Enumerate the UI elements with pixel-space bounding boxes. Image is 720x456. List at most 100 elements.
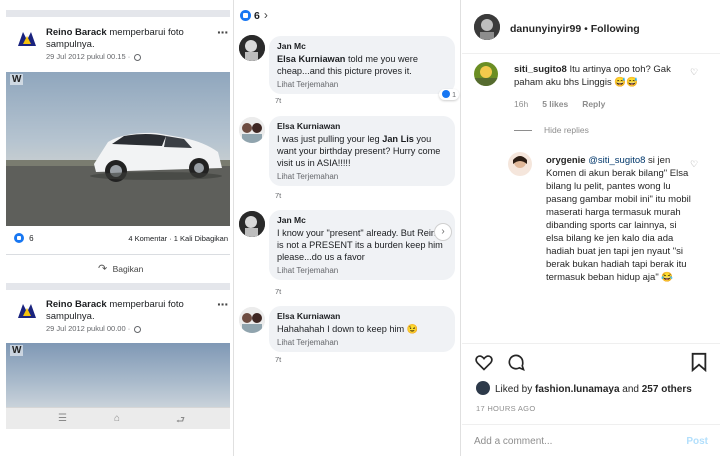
divider bbox=[6, 254, 230, 255]
feed-separator bbox=[6, 283, 230, 290]
facebook-comments-panel: 6 › Jan Mc Elsa Kurniawan told me you wer… bbox=[233, 0, 461, 456]
liked-by-others[interactable]: 257 others bbox=[642, 384, 692, 395]
ig-reply-user[interactable]: orygenie bbox=[546, 155, 586, 166]
post-author[interactable]: Reino Barack bbox=[46, 27, 107, 38]
avatar[interactable] bbox=[14, 298, 40, 324]
post-photo[interactable]: W bbox=[6, 72, 230, 226]
avatar[interactable] bbox=[14, 26, 40, 52]
comment-reaction-badge[interactable]: 1 bbox=[439, 89, 459, 100]
comment-time: 7t bbox=[275, 287, 282, 296]
post-header: Reino Barack memperbarui foto sampulnya.… bbox=[14, 24, 229, 66]
comment-time: 7t bbox=[275, 355, 282, 364]
comment-bubble: Elsa Kurniawan Hahahahah I down to keep … bbox=[269, 306, 455, 352]
post-timestamp[interactable]: 17 HOURS AGO bbox=[476, 404, 535, 413]
like-icon bbox=[442, 90, 451, 98]
post-comment-button[interactable]: Post bbox=[686, 436, 708, 447]
ig-reply: orygenie @siti_sugito8 si jen Komen di a… bbox=[546, 154, 692, 284]
reaction-count[interactable]: 6 bbox=[29, 234, 33, 243]
avatar[interactable] bbox=[508, 152, 532, 176]
reaction-row: 6 4 Komentar · 1 Kali Dibagikan bbox=[14, 233, 228, 247]
like-heart-icon[interactable] bbox=[474, 352, 494, 377]
comment-author[interactable]: Jan Mc bbox=[277, 41, 447, 51]
comment-mention[interactable]: Jan Lis bbox=[382, 134, 414, 144]
post-title: Reino Barack memperbarui foto sampulnya. bbox=[46, 299, 211, 323]
comment-time: 7t bbox=[275, 96, 282, 105]
hide-replies-button[interactable]: Hide replies bbox=[514, 125, 589, 135]
reactions-count: 6 bbox=[254, 10, 260, 22]
ig-comment-user[interactable]: siti_sugito8 bbox=[514, 64, 567, 75]
share-button[interactable]: ↷ Bagikan bbox=[98, 262, 143, 275]
recent-apps-icon[interactable]: ☰ bbox=[58, 413, 67, 424]
post-photo[interactable]: W bbox=[6, 343, 230, 407]
globe-icon bbox=[134, 53, 142, 61]
android-navigation-bar: ☰ ⌂ ⮐ bbox=[6, 407, 230, 429]
liked-by-user[interactable]: fashion.lunamaya bbox=[535, 384, 619, 395]
comment-author[interactable]: Elsa Kurniawan bbox=[277, 121, 447, 131]
ig-comment-time: 16h bbox=[514, 99, 529, 109]
post-date: 29 Jul 2012 pukul 00.00 · bbox=[46, 324, 142, 333]
add-comment-input[interactable] bbox=[474, 436, 664, 447]
hide-replies-line bbox=[514, 130, 532, 132]
comment-bubble: Elsa Kurniawan I was just pulling your l… bbox=[269, 116, 455, 186]
heart-icon[interactable]: ♡ bbox=[690, 159, 698, 170]
following-button[interactable]: Following bbox=[591, 23, 640, 35]
ig-comment-likes[interactable]: 5 likes bbox=[542, 99, 568, 109]
avatar[interactable] bbox=[474, 14, 500, 40]
instagram-panel: danunyinyir99 • Following siti_sugito8 I… bbox=[462, 0, 720, 456]
commenter-avatar[interactable] bbox=[239, 35, 265, 61]
bookmark-icon[interactable] bbox=[690, 352, 708, 377]
comment-reaction-count: 1 bbox=[452, 92, 456, 99]
add-comment-bar: Post bbox=[462, 424, 720, 456]
liked-by-prefix: Liked by bbox=[495, 384, 533, 395]
share-label: Bagikan bbox=[112, 264, 144, 274]
facebook-feed-panel: Reino Barack memperbarui foto sampulnya.… bbox=[0, 0, 233, 456]
heart-icon[interactable]: ♡ bbox=[690, 67, 698, 78]
commenter-avatar[interactable] bbox=[239, 117, 265, 143]
photo-watermark-logo: W bbox=[10, 345, 24, 356]
comment-bubble: Jan Mc I know your "present" already. Bu… bbox=[269, 210, 455, 280]
ig-comment-meta: 16h 5 likes Reply bbox=[514, 99, 619, 109]
translate-link[interactable]: Lihat Terjemahan bbox=[277, 338, 447, 347]
car-image bbox=[6, 132, 230, 226]
post-header: Reino Barack memperbarui foto sampulnya.… bbox=[14, 296, 229, 338]
avatar[interactable] bbox=[474, 62, 498, 86]
comment-text: I was just pulling your leg Jan Lis you … bbox=[277, 133, 447, 169]
divider bbox=[462, 343, 720, 344]
comment-time: 7t bbox=[275, 191, 282, 200]
ig-post-header: danunyinyir99 • Following bbox=[462, 0, 720, 54]
comment-bubble-icon[interactable] bbox=[506, 352, 526, 377]
ig-reply-text: si jen Komen di akun berak bilang" Elsa … bbox=[546, 155, 691, 283]
translate-link[interactable]: Lihat Terjemahan bbox=[277, 266, 447, 275]
post-date-text[interactable]: 29 Jul 2012 pukul 00.15 · bbox=[46, 52, 130, 61]
comment-mention[interactable]: Elsa Kurniawan bbox=[277, 54, 345, 64]
avatar[interactable] bbox=[476, 381, 490, 395]
ig-username[interactable]: danunyinyir99 bbox=[510, 23, 581, 35]
comment-author[interactable]: Elsa Kurniawan bbox=[277, 311, 447, 321]
hide-replies-label: Hide replies bbox=[544, 125, 589, 135]
ig-reply-button[interactable]: Reply bbox=[582, 99, 605, 109]
comment-body-pre: I was just pulling your leg bbox=[277, 134, 383, 144]
more-options-icon[interactable]: ··· bbox=[217, 24, 229, 40]
home-icon[interactable]: ⌂ bbox=[114, 413, 120, 424]
commenter-avatar[interactable] bbox=[239, 307, 265, 333]
post-date: 29 Jul 2012 pukul 00.15 · bbox=[46, 52, 142, 61]
ig-comment: siti_sugito8 Itu artinya opo toh? Gak pa… bbox=[514, 63, 692, 89]
liked-by-and: and bbox=[622, 384, 639, 395]
screenshot-collage: Reino Barack memperbarui foto sampulnya.… bbox=[0, 0, 720, 456]
chevron-right-icon[interactable]: › bbox=[434, 223, 452, 241]
back-icon[interactable]: ⮐ bbox=[176, 413, 185, 430]
comment-bubble: Jan Mc Elsa Kurniawan told me you were c… bbox=[269, 36, 459, 100]
commenter-avatar[interactable] bbox=[239, 211, 265, 237]
post-date-text[interactable]: 29 Jul 2012 pukul 00.00 · bbox=[46, 324, 130, 333]
post-author[interactable]: Reino Barack bbox=[46, 299, 107, 310]
comment-text: I know your "present" already. But Reino… bbox=[277, 228, 443, 262]
chevron-right-icon: › bbox=[263, 8, 268, 22]
translate-link[interactable]: Lihat Terjemahan bbox=[277, 80, 447, 89]
liked-by-line: Liked by fashion.lunamaya and 257 others bbox=[476, 381, 692, 395]
comment-author[interactable]: Jan Mc bbox=[277, 215, 447, 225]
reactions-summary[interactable]: 6 › bbox=[240, 8, 268, 22]
ig-reply-mention[interactable]: @siti_sugito8 bbox=[588, 155, 645, 166]
more-options-icon[interactable]: ··· bbox=[217, 296, 229, 312]
translate-link[interactable]: Lihat Terjemahan bbox=[277, 172, 447, 181]
comments-shares-count[interactable]: 4 Komentar · 1 Kali Dibagikan bbox=[128, 234, 228, 243]
